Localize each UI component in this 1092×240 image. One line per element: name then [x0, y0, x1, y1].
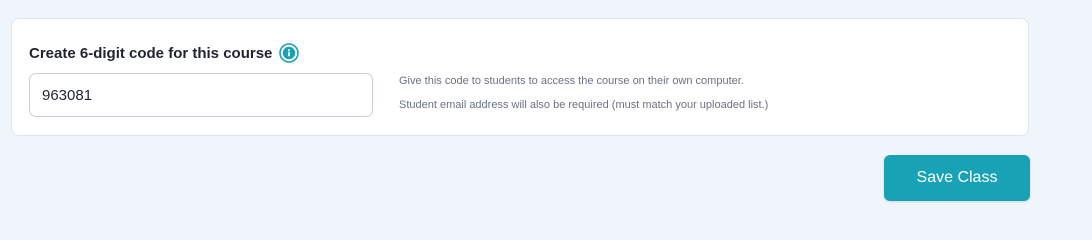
save-class-button[interactable]: Save Class [884, 155, 1030, 201]
hint-text-access: Give this code to students to access the… [399, 75, 744, 87]
hint-text-email: Student email address will also be requi… [399, 99, 769, 111]
course-code-input[interactable] [29, 73, 373, 117]
title-row: Create 6-digit code for this course [29, 42, 300, 64]
course-code-card: Create 6-digit code for this course Give… [11, 18, 1029, 136]
section-title: Create 6-digit code for this course [29, 44, 273, 62]
info-icon[interactable] [279, 43, 300, 63]
